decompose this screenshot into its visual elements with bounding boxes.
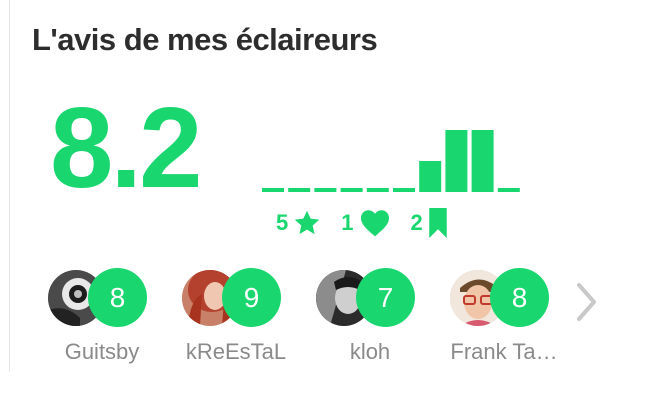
scout-name[interactable]: Frank Ta… bbox=[446, 339, 562, 365]
section-title: L'avis de mes éclaireurs bbox=[32, 22, 378, 57]
scout-grade-badge: 7 bbox=[356, 268, 415, 327]
bookmark-icon bbox=[429, 208, 447, 238]
histogram-bar-2 bbox=[288, 188, 311, 192]
scout-name[interactable]: kReEsTaL bbox=[178, 339, 294, 365]
histogram-bar-9 bbox=[471, 130, 494, 192]
stats-row: 5 1 2 bbox=[276, 207, 468, 239]
histogram-bar-3 bbox=[314, 188, 337, 192]
scout-name[interactable]: kloh bbox=[312, 339, 428, 365]
scouts-list: 8 Guitsby 9 kReEsTaL 7 kloh 8 Frank Ta… bbox=[44, 266, 564, 376]
histogram-bar-10 bbox=[497, 188, 520, 192]
scout-grade-badge: 9 bbox=[222, 268, 281, 327]
rating-histogram bbox=[262, 130, 520, 192]
chevron-right-icon[interactable] bbox=[572, 281, 602, 323]
heart-icon bbox=[360, 210, 389, 237]
stat-wishes[interactable]: 5 bbox=[276, 209, 321, 237]
scout-grade-badge: 8 bbox=[88, 268, 147, 327]
histogram-bar-1 bbox=[262, 188, 284, 192]
histogram-bar-5 bbox=[366, 188, 389, 192]
stat-wishes-count: 5 bbox=[276, 210, 289, 235]
stat-bookmarks-count: 2 bbox=[410, 210, 423, 235]
star-icon bbox=[295, 210, 320, 235]
histogram-bar-8 bbox=[445, 130, 468, 192]
stat-favorites-count: 1 bbox=[341, 210, 354, 235]
histogram-bar-4 bbox=[340, 188, 363, 192]
scout-name[interactable]: Guitsby bbox=[44, 339, 160, 365]
stat-favorites[interactable]: 1 bbox=[341, 209, 390, 237]
stat-bookmarks[interactable]: 2 bbox=[411, 208, 448, 238]
histogram-bar-6 bbox=[393, 188, 415, 192]
scout-grade-badge: 8 bbox=[490, 268, 549, 327]
left-divider bbox=[9, 0, 10, 372]
histogram-bar-7 bbox=[419, 161, 442, 192]
average-score: 8.2 bbox=[50, 85, 202, 212]
